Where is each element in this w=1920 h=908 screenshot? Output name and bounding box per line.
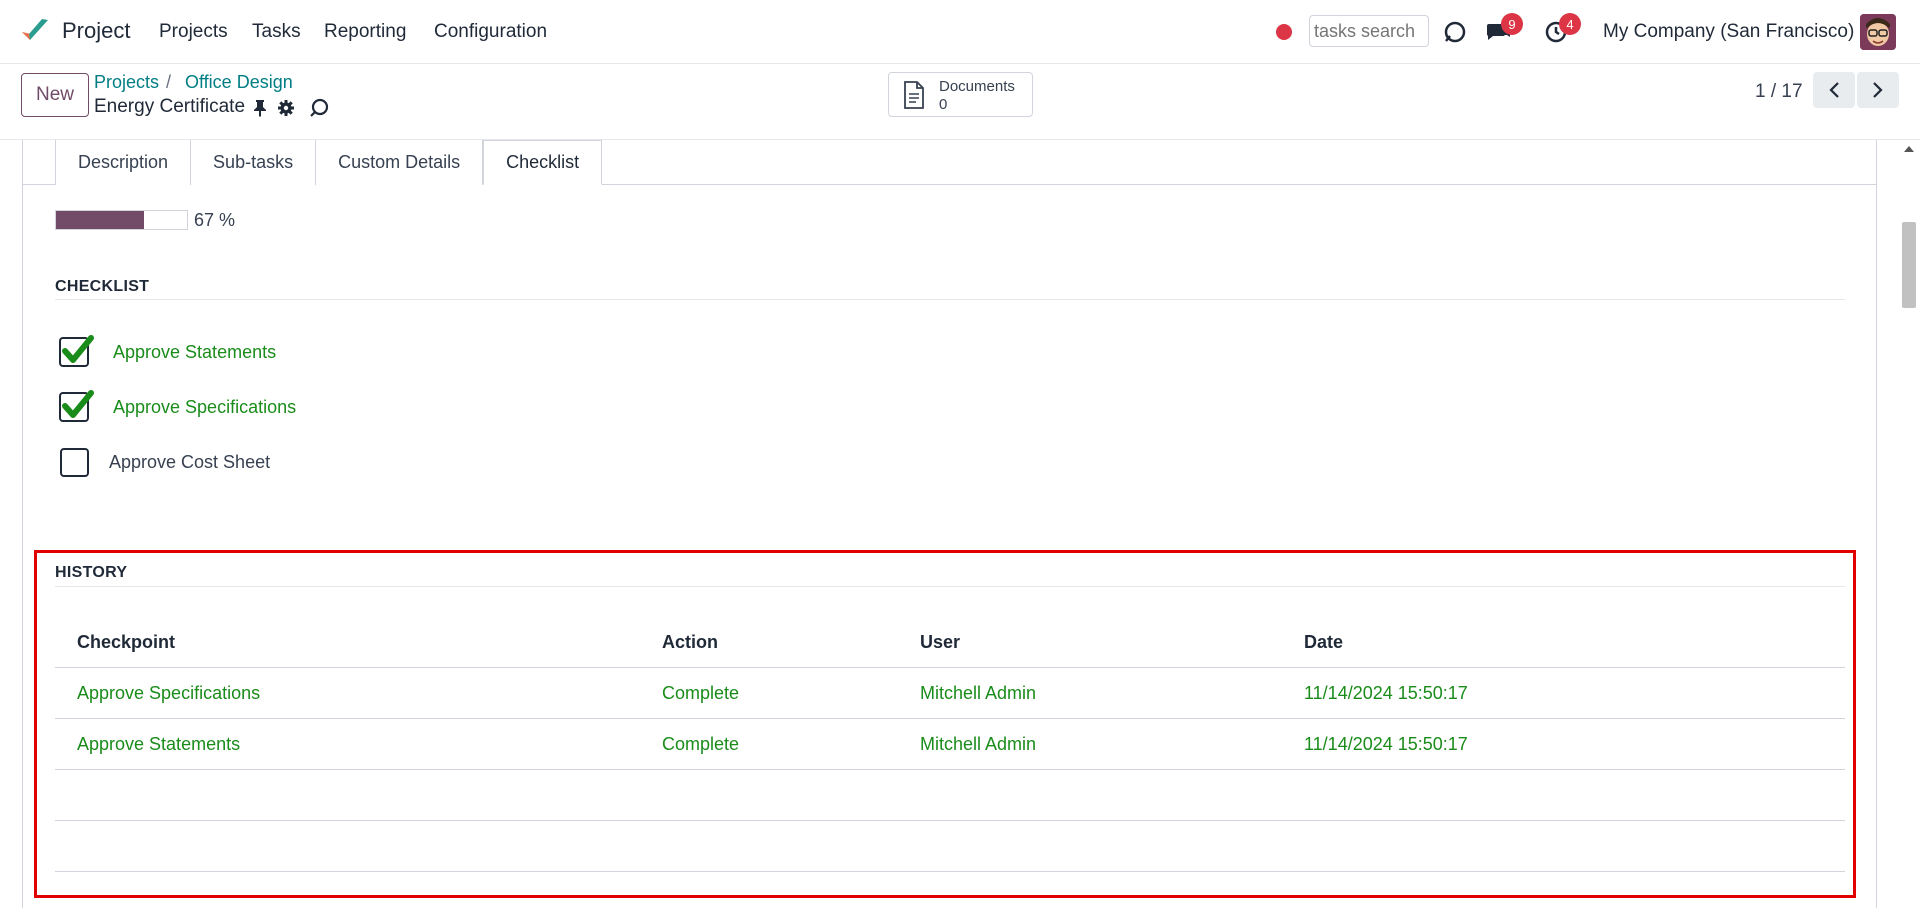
history-highlight-box (34, 550, 1856, 898)
documents-button[interactable]: Documents 0 (888, 72, 1033, 117)
breadcrumb-separator: / (166, 72, 172, 92)
checklist-item[interactable]: Approve Specifications (59, 390, 296, 424)
tab-description[interactable]: Description (55, 140, 192, 185)
menu-projects[interactable]: Projects (159, 21, 228, 43)
table-row-divider (55, 769, 1845, 770)
document-icon (904, 81, 924, 109)
tasks-search-input[interactable] (1309, 15, 1429, 47)
table-header-divider (55, 667, 1845, 668)
tab-checklist[interactable]: Checklist (483, 140, 603, 185)
page-scrollbar[interactable] (1898, 140, 1920, 908)
checklist-item[interactable]: Approve Cost Sheet (60, 445, 270, 479)
activities-count-badge: 4 (1559, 13, 1581, 35)
cell-checkpoint[interactable]: Approve Statements (77, 734, 240, 755)
tab-custom-details[interactable]: Custom Details (316, 140, 484, 185)
checklist-item-label: Approve Cost Sheet (109, 451, 271, 472)
chevron-right-icon (1873, 82, 1883, 98)
cell-action[interactable]: Complete (662, 734, 739, 755)
cell-action[interactable]: Complete (662, 683, 739, 704)
tab-sub-tasks[interactable]: Sub-tasks (191, 140, 317, 185)
menu-configuration[interactable]: Configuration (434, 21, 547, 43)
column-header-user[interactable]: User (920, 632, 960, 653)
app-name[interactable]: Project (62, 18, 130, 44)
column-header-checkpoint[interactable]: Checkpoint (77, 632, 175, 653)
new-button[interactable]: New (21, 73, 89, 117)
pager-value[interactable]: 1 / 17 (1755, 81, 1803, 103)
activities-clock-icon[interactable]: 4 (1541, 13, 1581, 47)
checkbox-checked-icon[interactable] (59, 390, 94, 422)
menu-reporting[interactable]: Reporting (324, 21, 406, 43)
checklist-progress-bar (55, 210, 188, 230)
scrollbar-thumb[interactable] (1902, 222, 1916, 308)
cell-date[interactable]: 11/14/2024 15:50:17 (1304, 683, 1468, 704)
table-row-divider (55, 871, 1845, 872)
company-switcher[interactable]: My Company (San Francisco) (1603, 21, 1854, 43)
gear-icon[interactable] (276, 98, 296, 118)
messages-count-badge: 9 (1501, 13, 1523, 35)
breadcrumb-office-design[interactable]: Office Design (185, 72, 293, 93)
checklist-item-label: Approve Specifications (113, 396, 297, 417)
cell-checkpoint[interactable]: Approve Specifications (77, 683, 260, 704)
user-avatar[interactable] (1860, 14, 1896, 50)
table-row-divider (55, 820, 1845, 821)
checkbox-checked-icon[interactable] (59, 335, 94, 367)
control-panel: New Projects / Office Design Energy Cert… (0, 64, 1920, 140)
top-navbar: Project Projects Tasks Reporting Configu… (0, 0, 1920, 64)
column-header-action[interactable]: Action (662, 632, 718, 653)
checkbox-unchecked-icon[interactable] (60, 447, 89, 477)
history-section-title: HISTORY (55, 564, 128, 581)
history-section-divider (55, 586, 1845, 587)
progress-percent: 67 % (194, 210, 236, 230)
table-row-divider (55, 718, 1845, 719)
pager-previous-button[interactable] (1813, 72, 1855, 108)
sync-icon[interactable] (1440, 17, 1470, 47)
messages-icon[interactable]: 9 (1483, 13, 1523, 47)
checklist-section-divider (55, 299, 1845, 300)
refresh-icon[interactable] (309, 98, 329, 118)
pager-next-button[interactable] (1857, 72, 1899, 108)
cell-user[interactable]: Mitchell Admin (920, 734, 1036, 755)
scroll-up-arrow-icon[interactable] (1904, 146, 1914, 152)
checklist-item[interactable]: Approve Statements (59, 335, 276, 369)
cell-user[interactable]: Mitchell Admin (920, 683, 1036, 704)
menu-tasks[interactable]: Tasks (252, 21, 301, 43)
chevron-left-icon (1829, 82, 1839, 98)
checklist-section-title: CHECKLIST (55, 278, 150, 295)
checklist-item-label: Approve Statements (113, 341, 277, 362)
cell-date[interactable]: 11/14/2024 15:50:17 (1304, 734, 1468, 755)
notebook-tabs: Description Sub-tasks Custom Details Che… (55, 140, 603, 185)
project-app-logo-icon[interactable] (20, 16, 50, 46)
documents-count: 0 (939, 96, 948, 113)
record-name: Energy Certificate (94, 96, 246, 117)
breadcrumb-projects[interactable]: Projects (94, 72, 159, 93)
form-sheet: Description Sub-tasks Custom Details Che… (22, 140, 1877, 908)
pin-icon[interactable] (250, 98, 270, 118)
progress-fill (56, 211, 144, 229)
recording-indicator-icon[interactable] (1276, 24, 1292, 40)
documents-label: Documents (939, 78, 1015, 95)
column-header-date[interactable]: Date (1304, 632, 1343, 653)
